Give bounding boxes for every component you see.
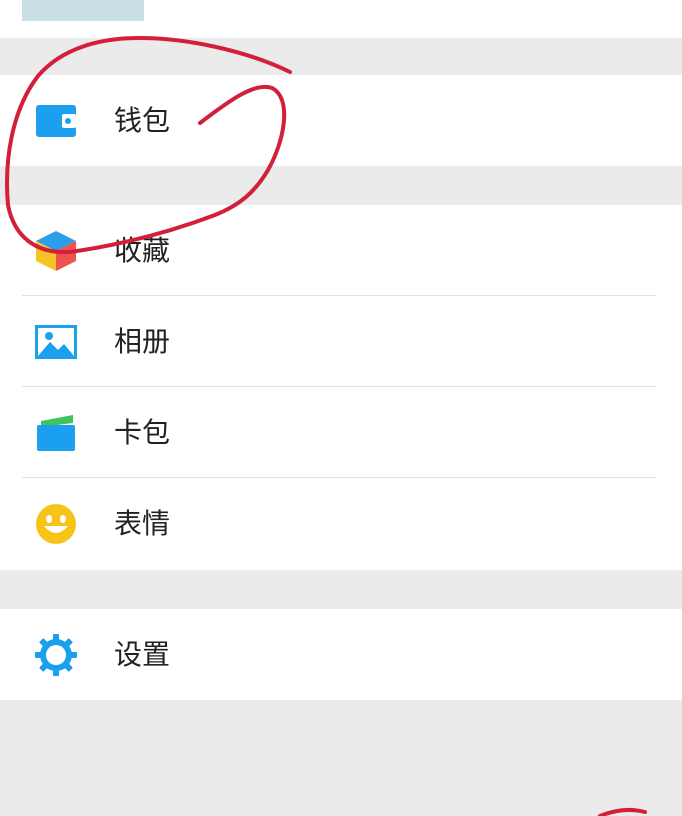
menu-item-stickers[interactable]: 表情 [0, 478, 682, 569]
menu-item-favorites[interactable]: 收藏 [0, 205, 682, 296]
menu-group-main: 收藏 相册 卡包 表情 [0, 205, 682, 570]
profile-thumbnail[interactable] [22, 0, 144, 21]
cube-icon [34, 229, 78, 273]
menu-label-settings: 设置 [114, 637, 171, 671]
menu-group-wallet: 钱包 [0, 75, 682, 166]
menu-label-favorites: 收藏 [114, 233, 171, 267]
menu-item-photos[interactable]: 相册 [0, 296, 682, 387]
menu-item-cards[interactable]: 卡包 [0, 387, 682, 478]
menu-label-cards: 卡包 [114, 415, 171, 449]
menu-label-stickers: 表情 [114, 506, 171, 540]
top-profile-area [0, 0, 682, 38]
wallet-icon [34, 99, 78, 143]
smiley-icon [34, 502, 78, 546]
photo-icon [34, 320, 78, 364]
menu-group-settings: 设置 [0, 609, 682, 700]
menu-item-settings[interactable]: 设置 [0, 609, 682, 700]
gear-icon [34, 633, 78, 677]
menu-label-photos: 相册 [114, 324, 171, 358]
menu-item-wallet[interactable]: 钱包 [0, 75, 682, 166]
card-icon [34, 411, 78, 455]
menu-label-wallet: 钱包 [114, 103, 171, 137]
